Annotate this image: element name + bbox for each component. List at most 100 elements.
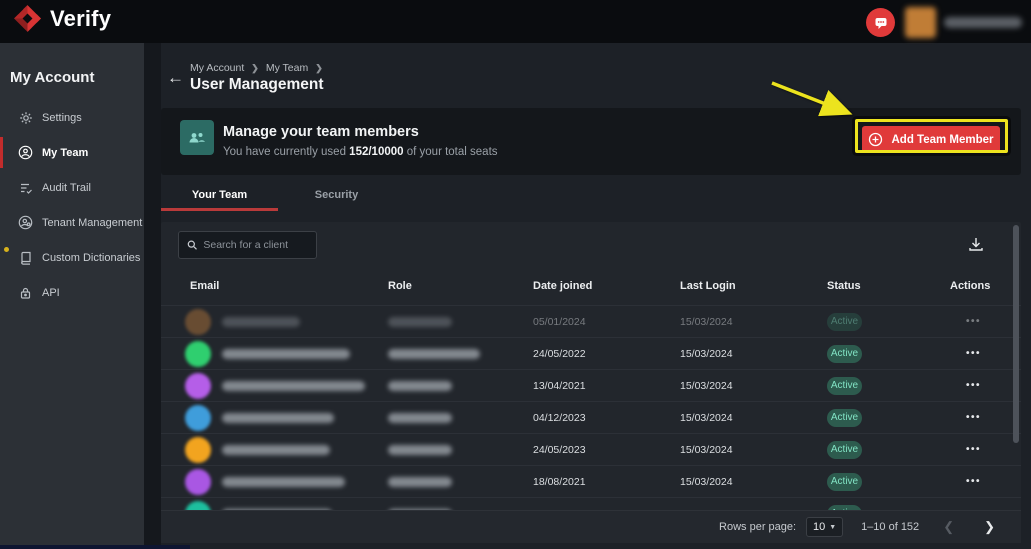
chevron-down-icon: ▼ [829,524,836,531]
table-row: 18/08/2021 15/03/2024 Active ••• [161,465,1021,497]
sidebar-item-my-team[interactable]: My Team [0,135,144,170]
seats-usage: You have currently used 152/10000 of you… [223,146,498,158]
row-avatar [185,469,211,495]
table-row: 04/12/2023 15/03/2024 Active ••• [161,401,1021,433]
add-team-member-label: Add Team Member [891,134,993,146]
tab-your-team[interactable]: Your Team [161,182,278,211]
role-redacted [388,349,480,359]
role-cell [388,413,533,423]
add-team-member-button[interactable]: Add Team Member [862,126,1000,153]
user-avatar[interactable] [905,7,936,38]
role-cell [388,349,533,359]
row-actions-button[interactable]: ••• [950,476,1021,487]
date-joined-cell: 13/04/2021 [533,380,680,392]
tab-security[interactable]: Security [278,182,395,211]
lock-icon [18,285,33,300]
page-title: User Management [190,76,324,94]
page-size-value: 10 [813,521,825,533]
top-bar: Verify [0,0,1031,43]
email-redacted [222,317,300,327]
sidebar-item-label: Settings [42,112,82,124]
column-header-last-login: Last Login [680,280,827,292]
breadcrumb-my-team[interactable]: My Team [266,62,308,74]
role-redacted [388,445,452,455]
row-actions-button[interactable]: ••• [950,444,1021,455]
date-joined-cell: 24/05/2022 [533,348,680,360]
email-redacted [222,413,334,423]
chat-button[interactable] [866,8,895,37]
user-name-redacted[interactable] [944,17,1022,28]
column-header-status: Status [827,280,950,292]
status-badge: Active [827,441,862,459]
email-cell [185,373,388,399]
notification-dot [4,247,9,252]
chat-bubble-icon [873,15,889,31]
table-header-row: Email Role Date joined Last Login Status… [161,266,1021,305]
usage-value: 152/10000 [349,146,403,158]
status-badge: Active [827,345,862,363]
export-button[interactable] [967,235,985,253]
email-cell [185,501,388,511]
row-actions-button[interactable]: ••• [950,412,1021,423]
role-cell [388,445,533,455]
date-joined-cell: 05/01/2024 [533,316,680,328]
pagination-bar: Rows per page: 10 ▼ 1–10 of 152 ❮ ❯ [161,510,1021,543]
role-redacted [388,413,452,423]
sidebar-item-api[interactable]: API [0,275,144,310]
row-avatar [185,341,211,367]
date-joined-cell: 18/08/2021 [533,476,680,488]
status-badge: Active [827,409,862,427]
sidebar-item-tenant-management[interactable]: Tenant Management [0,205,144,240]
search-box [178,231,317,259]
table-scrollbar[interactable] [1013,225,1019,443]
prev-page-button[interactable]: ❮ [937,519,960,535]
last-login-cell: 15/03/2024 [680,380,827,392]
arrow-left-icon: ← [167,68,184,87]
breadcrumb: My Account ❯ My Team ❯ [190,62,323,74]
row-avatar [185,373,211,399]
last-login-cell: 15/03/2024 [680,476,827,488]
row-actions-button[interactable]: ••• [950,316,1021,327]
plus-circle-icon [868,132,883,147]
last-login-cell: 15/03/2024 [680,348,827,360]
column-header-email: Email [185,280,388,292]
email-redacted [222,445,330,455]
sidebar-item-audit-trail[interactable]: Audit Trail [0,170,144,205]
last-login-cell: 15/03/2024 [680,444,827,456]
gear-icon [18,110,33,125]
table-body: 05/01/2024 15/03/2024 Active ••• 24/05/2… [161,305,1021,510]
column-header-actions: Actions [950,280,1021,292]
table-row: 05/01/2024 15/03/2024 Active ••• [161,305,1021,337]
tab-bar: Your Team Security [161,182,395,211]
search-icon [187,239,197,251]
email-cell [185,405,388,431]
column-header-date-joined: Date joined [533,280,680,292]
sidebar-item-label: My Team [42,147,88,159]
banner-title: Manage your team members [223,124,419,140]
rows-per-page-label: Rows per page: [719,521,796,533]
verify-diamond-logo-icon [14,5,41,32]
main-content: ← My Account ❯ My Team ❯ User Management… [161,43,1031,549]
breadcrumb-my-account[interactable]: My Account [190,62,244,74]
page-size-select[interactable]: 10 ▼ [806,517,843,537]
sidebar-item-custom-dictionaries[interactable]: Custom Dictionaries [0,240,144,275]
date-joined-cell: 24/05/2023 [533,444,680,456]
user-circle-icon [18,145,33,160]
next-page-button[interactable]: ❯ [978,519,1001,535]
search-input[interactable] [203,239,308,251]
sidebar-item-label: API [42,287,60,299]
team-table-card: Email Role Date joined Last Login Status… [161,222,1021,543]
page-range-label: 1–10 of 152 [861,521,919,533]
email-cell [185,341,388,367]
row-actions-button[interactable]: ••• [950,348,1021,359]
book-icon [18,250,33,265]
status-cell: Active [827,377,950,395]
last-login-cell: 15/03/2024 [680,316,827,328]
last-login-cell: 15/03/2024 [680,412,827,424]
sidebar-item-settings[interactable]: Settings [0,100,144,135]
table-row: Active ••• [161,497,1021,510]
back-button[interactable]: ← [167,68,184,88]
date-joined-cell: 04/12/2023 [533,412,680,424]
row-actions-button[interactable]: ••• [950,380,1021,391]
status-badge: Active [827,377,862,395]
